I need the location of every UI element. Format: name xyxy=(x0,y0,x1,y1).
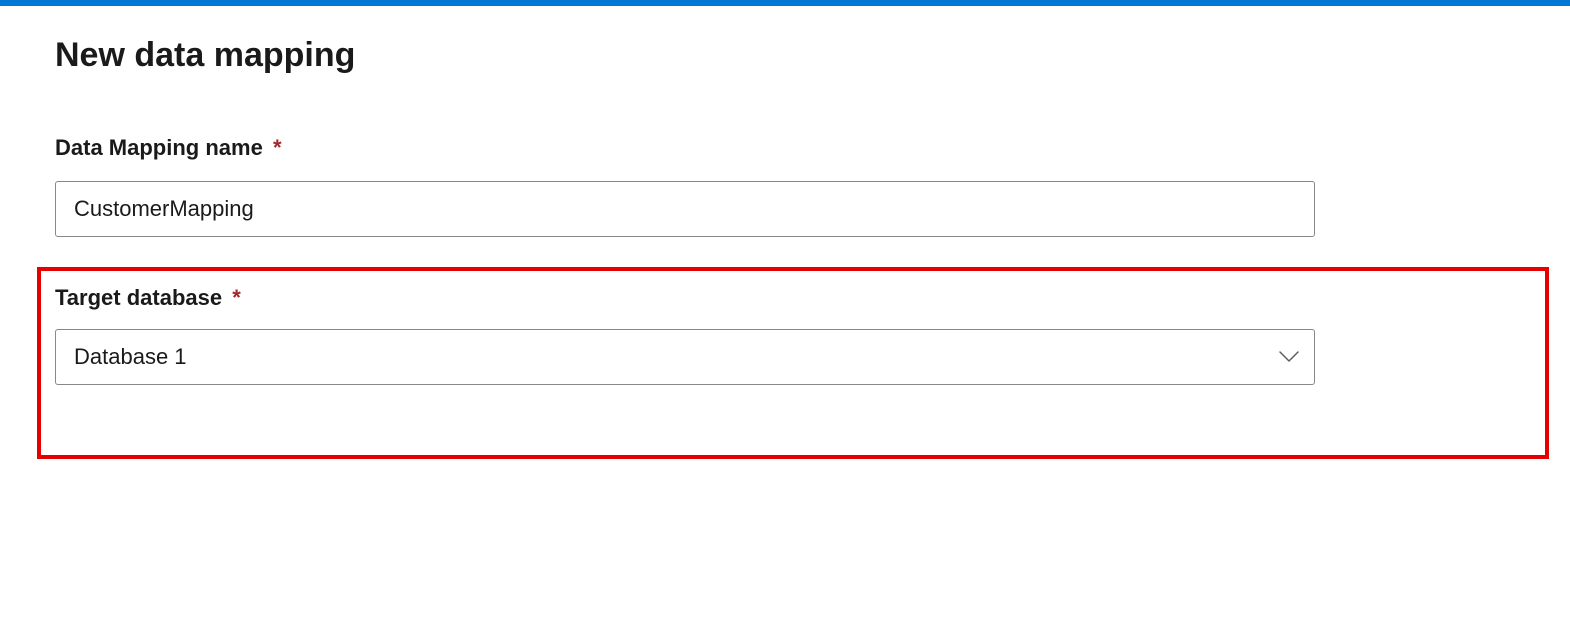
required-indicator: * xyxy=(232,285,241,310)
target-database-field-group: Target database * Database 1 xyxy=(55,285,1531,385)
form-content: New data mapping Data Mapping name * Tar… xyxy=(0,6,1570,459)
target-database-select-wrapper: Database 1 xyxy=(55,329,1315,385)
mapping-name-input[interactable] xyxy=(55,181,1315,237)
mapping-name-label: Data Mapping name * xyxy=(55,135,1515,161)
target-database-highlight: Target database * Database 1 xyxy=(37,267,1549,459)
target-database-selected-value: Database 1 xyxy=(74,344,187,370)
target-database-label-text: Target database xyxy=(55,285,222,310)
target-database-label: Target database * xyxy=(55,285,1531,311)
page-title: New data mapping xyxy=(55,36,1515,75)
mapping-name-field-group: Data Mapping name * xyxy=(55,135,1515,237)
target-database-select[interactable]: Database 1 xyxy=(55,329,1315,385)
mapping-name-label-text: Data Mapping name xyxy=(55,135,263,160)
required-indicator: * xyxy=(273,135,282,160)
